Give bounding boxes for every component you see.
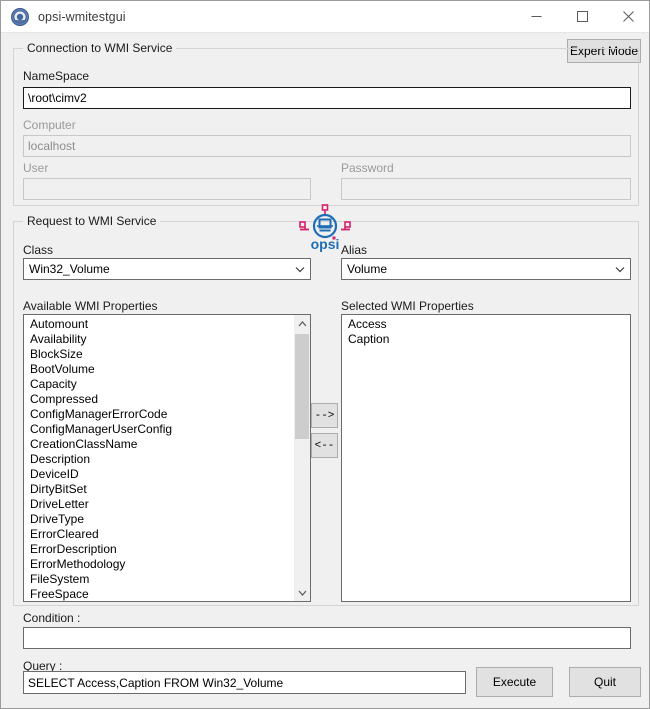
computer-input (23, 135, 631, 157)
namespace-label: NameSpace (23, 69, 90, 83)
minimize-button[interactable] (513, 1, 559, 32)
condition-input[interactable] (23, 627, 631, 649)
list-item[interactable]: ConfigManagerUserConfig (24, 422, 310, 437)
user-input (23, 178, 311, 200)
quit-button[interactable]: Quit (569, 667, 641, 697)
available-properties-items: Automount Availability BlockSize BootVolume… (24, 317, 310, 601)
list-item[interactable]: DriveLetter (24, 497, 310, 512)
selected-properties-label: Selected WMI Properties (341, 299, 474, 313)
condition-label: Condition : (23, 611, 81, 625)
list-item[interactable]: ErrorMethodology (24, 557, 310, 572)
opsi-app-icon (10, 7, 30, 27)
scroll-up-icon[interactable] (294, 315, 310, 332)
alias-label: Alias (341, 243, 368, 257)
available-properties-scrollbar[interactable] (293, 315, 310, 601)
list-item[interactable]: Compressed (24, 392, 310, 407)
title-bar: opsi-wmitestgui (1, 1, 649, 33)
close-button[interactable] (605, 1, 649, 32)
window-title: opsi-wmitestgui (38, 9, 126, 24)
chevron-down-icon (290, 259, 310, 279)
remove-property-button[interactable]: <-- (311, 433, 338, 458)
query-input[interactable] (23, 671, 466, 694)
list-item[interactable]: BlockSize (24, 347, 310, 362)
selected-properties-items: Access Caption (342, 317, 630, 347)
list-item[interactable]: DeviceID (24, 467, 310, 482)
request-group-title: Request to WMI Service (23, 214, 161, 228)
password-label: Password (341, 161, 394, 175)
maximize-button[interactable] (559, 1, 605, 32)
list-item[interactable]: Automount (24, 317, 310, 332)
scrollbar-thumb[interactable] (295, 334, 309, 439)
alias-combobox[interactable]: Volume (341, 258, 631, 280)
list-item[interactable]: Capacity (24, 377, 310, 392)
class-label: Class (23, 243, 54, 257)
list-item[interactable]: DriveType (24, 512, 310, 527)
application-window: opsi-wmitestgui Expert Mode Connection t… (0, 0, 650, 709)
selected-properties-listbox[interactable]: Access Caption (341, 314, 631, 602)
list-item[interactable]: ErrorCleared (24, 527, 310, 542)
alias-combobox-value: Volume (347, 262, 388, 276)
list-item[interactable]: ErrorDescription (24, 542, 310, 557)
list-item[interactable]: DirtyBitSet (24, 482, 310, 497)
list-item[interactable]: CreationClassName (24, 437, 310, 452)
list-item[interactable]: Availability (24, 332, 310, 347)
list-item[interactable]: FileSystem (24, 572, 310, 587)
add-property-button[interactable]: --> (311, 403, 338, 428)
computer-label: Computer (23, 118, 76, 132)
user-label: User (23, 161, 49, 175)
list-item[interactable]: Access (342, 317, 630, 332)
class-combobox-value: Win32_Volume (29, 262, 110, 276)
available-properties-label: Available WMI Properties (23, 299, 158, 313)
scroll-down-icon[interactable] (294, 584, 310, 601)
connection-group-title: Connection to WMI Service (23, 41, 177, 55)
list-item[interactable]: FreeSpace (24, 587, 310, 601)
chevron-down-icon (610, 259, 630, 279)
list-item[interactable]: ConfigManagerErrorCode (24, 407, 310, 422)
available-properties-listbox[interactable]: Automount Availability BlockSize BootVolume… (23, 314, 311, 602)
window-controls (513, 1, 649, 32)
execute-button[interactable]: Execute (476, 667, 553, 697)
list-item[interactable]: BootVolume (24, 362, 310, 377)
class-combobox[interactable]: Win32_Volume (23, 258, 311, 280)
namespace-input[interactable] (23, 87, 631, 109)
password-input (341, 178, 631, 200)
list-item[interactable]: Caption (342, 332, 630, 347)
list-item[interactable]: Description (24, 452, 310, 467)
